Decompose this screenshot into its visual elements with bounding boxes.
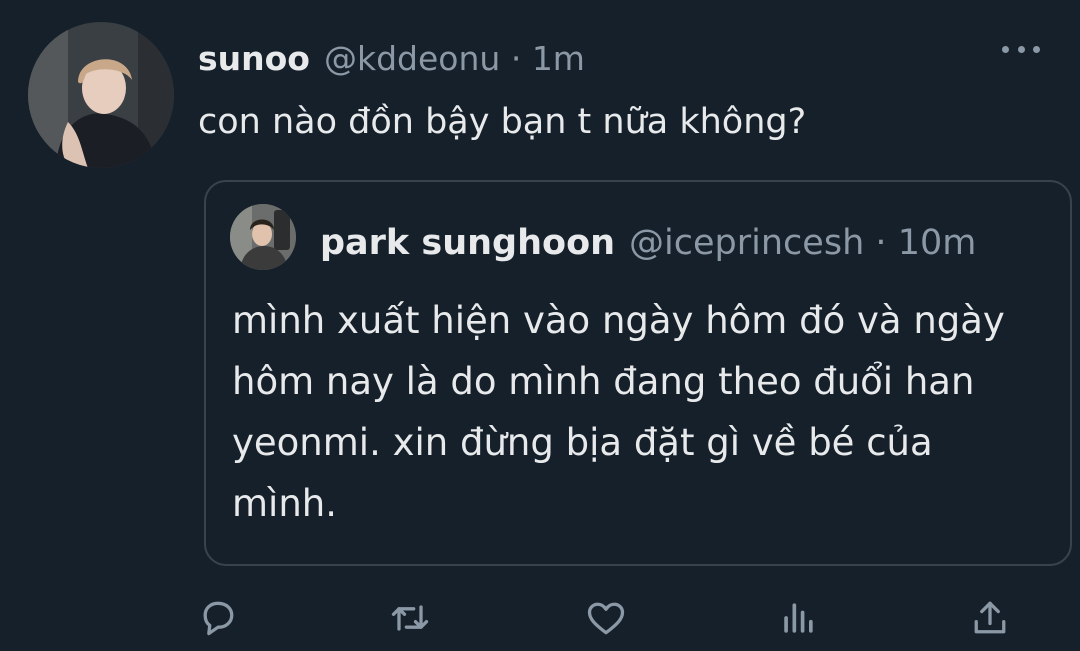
quoted-tweet-header: park sunghoon @iceprincesh · 10m: [320, 218, 976, 268]
more-dot: [1017, 45, 1025, 53]
heart-icon[interactable]: [584, 596, 628, 640]
tweet-timestamp[interactable]: 1m: [532, 39, 585, 78]
tweet-header: sunoo @kddeonu · 1m: [198, 34, 585, 84]
share-icon[interactable]: [968, 596, 1012, 640]
retweet-icon[interactable]: [388, 596, 432, 640]
quoted-author-meta: @iceprincesh · 10m: [629, 218, 976, 268]
author-avatar[interactable]: [28, 22, 174, 168]
meta-separator: ·: [510, 39, 522, 78]
quoted-tweet-card[interactable]: park sunghoon @iceprincesh · 10m mình xu…: [204, 180, 1072, 566]
quoted-tweet-timestamp[interactable]: 10m: [898, 223, 977, 263]
reply-icon[interactable]: [196, 596, 240, 640]
tweet-text: con nào đồn bậy bạn t nữa không?: [198, 102, 807, 142]
quoted-tweet-text: mình xuất hiện vào ngày hôm đó và ngày h…: [232, 299, 1005, 525]
more-horizontal-icon[interactable]: [1002, 36, 1040, 62]
quoted-author-avatar[interactable]: [230, 204, 296, 270]
quoted-author-handle[interactable]: @iceprincesh: [629, 223, 864, 263]
author-display-name[interactable]: sunoo: [198, 34, 310, 84]
author-handle[interactable]: @kddeonu: [324, 39, 500, 78]
more-dot: [1002, 45, 1009, 53]
tweet-action-bar: [0, 596, 1080, 640]
analytics-icon[interactable]: [776, 596, 820, 640]
more-dot: [1033, 45, 1040, 53]
quoted-author-display-name[interactable]: park sunghoon: [320, 218, 615, 268]
author-meta: @kddeonu · 1m: [324, 34, 585, 84]
quoted-meta-separator: ·: [875, 223, 887, 263]
